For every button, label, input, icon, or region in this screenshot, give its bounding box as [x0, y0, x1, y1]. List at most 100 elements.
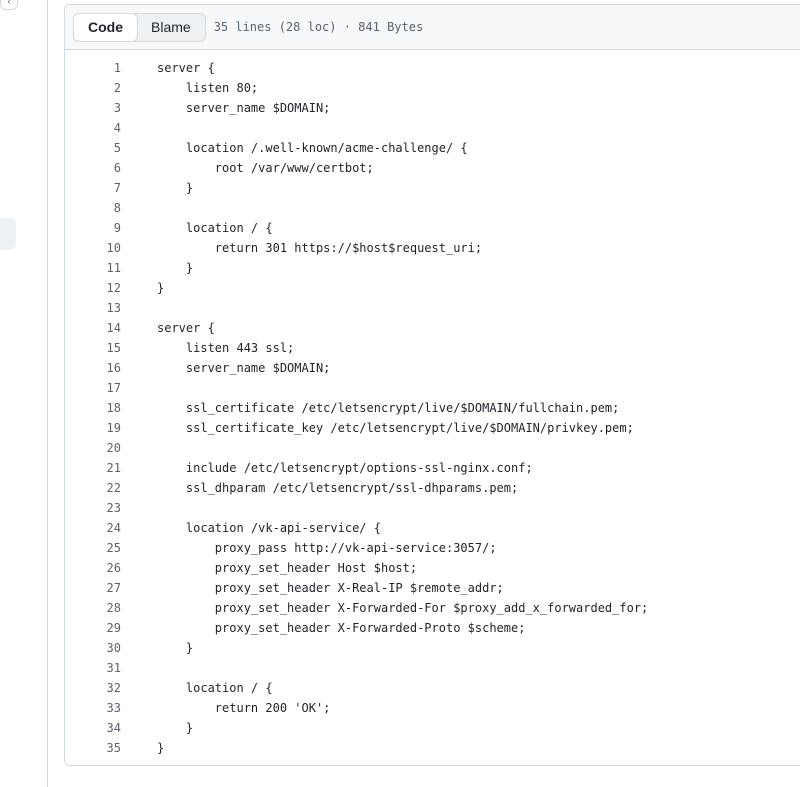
line-number[interactable]: 25	[65, 538, 121, 558]
code-line: 35}	[65, 738, 800, 758]
line-text: return 200 'OK';	[157, 701, 331, 715]
code-tab-button[interactable]: Code	[73, 12, 138, 42]
line-number[interactable]: 9	[65, 218, 121, 238]
line-number[interactable]: 3	[65, 98, 121, 118]
left-sidebar: ‹	[0, 0, 48, 787]
line-text: location /.well-known/acme-challenge/ {	[157, 141, 468, 155]
code-line: 24 location /vk-api-service/ {	[65, 518, 800, 538]
line-number[interactable]: 10	[65, 238, 121, 258]
line-number[interactable]: 26	[65, 558, 121, 578]
code-line: 32 location / {	[65, 678, 800, 698]
code-line: 21 include /etc/letsencrypt/options-ssl-…	[65, 458, 800, 478]
file-header: Code Blame 35 lines (28 loc) · 841 Bytes	[65, 5, 800, 50]
line-text: ssl_certificate_key /etc/letsencrypt/liv…	[157, 421, 634, 435]
line-number[interactable]: 31	[65, 658, 121, 678]
code-line: 16 server_name $DOMAIN;	[65, 358, 800, 378]
line-number[interactable]: 11	[65, 258, 121, 278]
code-line: 17	[65, 378, 800, 398]
line-text: server_name $DOMAIN;	[157, 101, 331, 115]
line-text: proxy_set_header X-Forwarded-Proto $sche…	[157, 621, 526, 635]
code-line: 19 ssl_certificate_key /etc/letsencrypt/…	[65, 418, 800, 438]
line-number[interactable]: 8	[65, 198, 121, 218]
code-line: 14 server {	[65, 318, 800, 338]
line-text: }	[157, 261, 194, 275]
code-line: 2 listen 80;	[65, 78, 800, 98]
code-view[interactable]: 1 server {2 listen 80; 3 server_name $DOMA…	[65, 58, 800, 758]
line-number[interactable]: 34	[65, 718, 121, 738]
code-line: 29 proxy_set_header X-Forwarded-Proto $s…	[65, 618, 800, 638]
line-text: listen 443 ssl;	[157, 341, 295, 355]
line-number[interactable]: 30	[65, 638, 121, 658]
line-number[interactable]: 17	[65, 378, 121, 398]
line-number[interactable]: 29	[65, 618, 121, 638]
line-text: }	[157, 721, 194, 735]
code-line: 4	[65, 118, 800, 138]
sidebar-selected-item[interactable]	[0, 218, 16, 250]
line-number[interactable]: 5	[65, 138, 121, 158]
blame-tab-button[interactable]: Blame	[137, 14, 205, 41]
code-line: 15 listen 443 ssl;	[65, 338, 800, 358]
file-info: 35 lines (28 loc) · 841 Bytes	[213, 20, 424, 34]
line-text: proxy_set_header X-Real-IP $remote_addr;	[157, 581, 504, 595]
line-text: include /etc/letsencrypt/options-ssl-ngi…	[157, 461, 533, 475]
line-number[interactable]: 24	[65, 518, 121, 538]
line-text: proxy_pass http://vk-api-service:3057/;	[157, 541, 497, 555]
collapse-icon[interactable]: ‹	[0, 0, 18, 10]
line-number[interactable]: 35	[65, 738, 121, 758]
code-line: 20	[65, 438, 800, 458]
line-number[interactable]: 21	[65, 458, 121, 478]
line-number[interactable]: 22	[65, 478, 121, 498]
line-text: }	[157, 181, 194, 195]
code-line: 3 server_name $DOMAIN;	[65, 98, 800, 118]
line-text: proxy_set_header Host $host;	[157, 561, 418, 575]
code-line: 22 ssl_dhparam /etc/letsencrypt/ssl-dhpa…	[65, 478, 800, 498]
code-line: 31	[65, 658, 800, 678]
code-line: 26 proxy_set_header Host $host;	[65, 558, 800, 578]
line-number[interactable]: 12	[65, 278, 121, 298]
line-text: server_name $DOMAIN;	[157, 361, 331, 375]
code-line: 5 location /.well-known/acme-challenge/ …	[65, 138, 800, 158]
code-line: 6 root /var/www/certbot;	[65, 158, 800, 178]
code-line: 13	[65, 298, 800, 318]
line-number[interactable]: 4	[65, 118, 121, 138]
line-number[interactable]: 7	[65, 178, 121, 198]
code-line: 34 }	[65, 718, 800, 738]
line-number[interactable]: 23	[65, 498, 121, 518]
line-text: return 301 https://$host$request_uri;	[157, 241, 483, 255]
code-line: 33 return 200 'OK';	[65, 698, 800, 718]
line-number[interactable]: 19	[65, 418, 121, 438]
line-number[interactable]: 14	[65, 318, 121, 338]
code-line: 9 location / {	[65, 218, 800, 238]
line-number[interactable]: 33	[65, 698, 121, 718]
line-text: }	[157, 641, 194, 655]
line-number[interactable]: 32	[65, 678, 121, 698]
code-line: 7 }	[65, 178, 800, 198]
line-number[interactable]: 15	[65, 338, 121, 358]
line-number[interactable]: 2	[65, 78, 121, 98]
line-text: listen 80;	[157, 81, 259, 95]
line-text: }	[157, 281, 165, 295]
line-text: server {	[157, 321, 215, 335]
line-number[interactable]: 18	[65, 398, 121, 418]
line-text: ssl_certificate /etc/letsencrypt/live/$D…	[157, 401, 620, 415]
line-number[interactable]: 6	[65, 158, 121, 178]
line-number[interactable]: 27	[65, 578, 121, 598]
line-text: location /vk-api-service/ {	[157, 521, 381, 535]
line-number[interactable]: 28	[65, 598, 121, 618]
line-text: location / {	[157, 221, 273, 235]
view-mode-toggle: Code Blame	[73, 12, 206, 42]
line-number[interactable]: 1	[65, 58, 121, 78]
line-text: proxy_set_header X-Forwarded-For $proxy_…	[157, 601, 649, 615]
line-text: }	[157, 741, 165, 755]
line-number[interactable]: 20	[65, 438, 121, 458]
code-line: 30 }	[65, 638, 800, 658]
line-text: ssl_dhparam /etc/letsencrypt/ssl-dhparam…	[157, 481, 519, 495]
code-line: 18 ssl_certificate /etc/letsencrypt/live…	[65, 398, 800, 418]
line-number[interactable]: 13	[65, 298, 121, 318]
line-text: root /var/www/certbot;	[157, 161, 374, 175]
file-viewer: Code Blame 35 lines (28 loc) · 841 Bytes…	[64, 4, 800, 766]
line-number[interactable]: 16	[65, 358, 121, 378]
code-line: 12}	[65, 278, 800, 298]
code-line: 27 proxy_set_header X-Real-IP $remote_ad…	[65, 578, 800, 598]
code-line: 28 proxy_set_header X-Forwarded-For $pro…	[65, 598, 800, 618]
